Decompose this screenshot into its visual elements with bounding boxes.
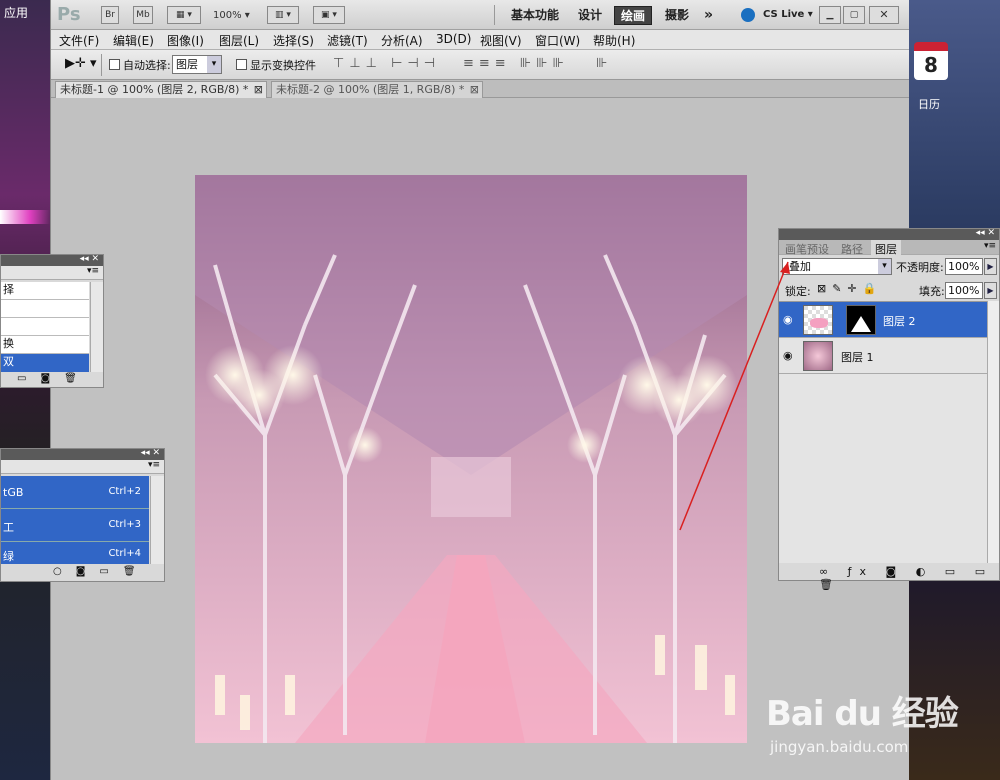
title-bar: Ps Br Mb ▦ ▾ 100% ▾ ▥ ▾ ▣ ▾ 基本功能 设计 绘画 摄… (51, 0, 909, 30)
view-extras-button[interactable]: ▦ ▾ (167, 6, 201, 24)
auto-select-dropdown[interactable]: 图层 ▾ (172, 55, 222, 74)
document-tabs: 未标题-1 @ 100% (图层 2, RGB/8) * ⊠ 未标题-2 @ 10… (51, 80, 909, 98)
menu-file[interactable]: 文件(F) (59, 32, 99, 49)
layer-row-1[interactable]: ◉ 图层 1 (779, 338, 987, 374)
baidu-watermark-url: jingyan.baidu.com (770, 738, 909, 756)
lock-icons[interactable]: ⊠✎✛🔒 (817, 282, 882, 295)
divider (494, 5, 495, 25)
bridge-button[interactable]: Br (101, 6, 119, 24)
fill-label: 填充: (919, 285, 945, 298)
desktop-light-streak (0, 210, 50, 224)
fill-slider-button[interactable]: ▶ (984, 282, 997, 299)
panel-header: ◂◂ ✕ (1, 254, 103, 266)
layers-list: ◉ 图层 2 ◉ 图层 1 (779, 301, 987, 563)
panel-header: ◂◂ ✕ (779, 228, 999, 240)
layer-name[interactable]: 图层 2 (883, 313, 916, 329)
tab-layers[interactable]: 图层 (871, 240, 901, 256)
layers-footer-icons[interactable]: ∞ ƒx ◙ ◐ ▭ ▭ 🗑 (819, 565, 999, 591)
tab-document-2[interactable]: 未标题-2 @ 100% (图层 1, RGB/8) * ⊠ (271, 81, 483, 98)
auto-select-checkbox[interactable] (109, 59, 120, 70)
panel-footer-icons[interactable]: ○◙▭🗑 (53, 566, 150, 577)
menu-layer[interactable]: 图层(L) (219, 32, 259, 49)
list-item[interactable] (1, 318, 89, 336)
baidu-watermark-logo: Bai du 经验 (766, 694, 959, 734)
calendar-label: 日历 (918, 98, 940, 111)
arrange-documents-button[interactable]: ▥ ▾ (267, 6, 299, 24)
menu-analysis[interactable]: 分析(A) (381, 32, 423, 49)
divider (101, 54, 102, 76)
tab-document-1[interactable]: 未标题-1 @ 100% (图层 2, RGB/8) * ⊠ (55, 81, 267, 98)
list-item[interactable]: 择 (1, 282, 89, 300)
auto-select-label: 自动选择: (123, 59, 171, 72)
screen-mode-button[interactable]: ▣ ▾ (313, 6, 345, 24)
mini-bridge-button[interactable]: Mb (133, 6, 153, 24)
more-workspaces-button[interactable]: » (698, 6, 719, 25)
menu-filter[interactable]: 滤镜(T) (327, 32, 368, 49)
channels-panel: ◂◂ ✕ ▾≡ tGB Ctrl+2 工 Ctrl+3 绿 Ctrl+4 ○◙▭🗑 (0, 448, 165, 582)
opacity-slider-button[interactable]: ▶ (984, 258, 997, 275)
minimize-button[interactable]: ▁ (819, 6, 841, 24)
distribute-icons[interactable]: ≡≡≡ ⊪⊪⊪ (463, 56, 569, 71)
channel-row[interactable]: tGB Ctrl+2 (1, 476, 149, 509)
menu-3d[interactable]: 3D(D) (436, 32, 471, 46)
panel-header: ◂◂ ✕ (1, 448, 164, 460)
layers-panel: ◂◂ ✕ 画笔预设 路径 图层 ▾≡ 叠加 ▾ 不透明度: 100% ▶ 锁定: … (778, 228, 1000, 591)
calendar-day: 8 (924, 53, 938, 77)
history-panel: ◂◂ ✕ ▾≡ 择 换 双 ▭◙🗑 (0, 254, 104, 388)
cslive-button[interactable]: CS Live ▾ (763, 9, 813, 20)
layers-scrollbar[interactable] (987, 301, 999, 563)
workspace-design[interactable]: 设计 (572, 6, 608, 25)
desktop-app-label[interactable]: 应用 (4, 4, 28, 21)
show-transform-label: 显示变换控件 (250, 59, 316, 72)
cslive-icon (741, 8, 755, 22)
scrollbar[interactable] (150, 476, 164, 564)
layer-thumbnail (803, 305, 833, 335)
show-transform-checkbox[interactable] (236, 59, 247, 70)
menu-window[interactable]: 窗口(W) (535, 32, 580, 49)
menu-help[interactable]: 帮助(H) (593, 32, 635, 49)
list-item-selected[interactable]: 双 (1, 354, 89, 372)
menu-view[interactable]: 视图(V) (480, 32, 522, 49)
close-tab-icon: ⊠ (253, 83, 263, 96)
ps-logo: Ps (57, 4, 81, 25)
workspace-photography[interactable]: 摄影 (659, 6, 695, 25)
list-item[interactable] (1, 300, 89, 318)
menu-bar: 文件(F) 编辑(E) 图像(I) 图层(L) 选择(S) 滤镜(T) 分析(A… (51, 30, 909, 50)
menu-edit[interactable]: 编辑(E) (113, 32, 154, 49)
close-button[interactable]: ✕ (869, 6, 899, 24)
panel-tab-strip: ▾≡ (1, 266, 103, 280)
panel-tab-strip: 画笔预设 路径 图层 ▾≡ (779, 240, 999, 257)
layer-thumbnail (803, 341, 833, 371)
menu-select[interactable]: 选择(S) (273, 32, 314, 49)
list-item[interactable]: 换 (1, 336, 89, 354)
zoom-level[interactable]: 100% ▾ (213, 10, 250, 21)
workspace-essentials[interactable]: 基本功能 (505, 6, 565, 25)
panel-menu-icon[interactable]: ▾≡ (984, 241, 996, 251)
desktop-left-strip: 应用 (0, 0, 50, 780)
opacity-input[interactable]: 100% (945, 258, 983, 275)
menu-image[interactable]: 图像(I) (167, 32, 204, 49)
layer-mask-thumbnail[interactable] (846, 305, 876, 335)
maximize-button[interactable]: ▢ (843, 6, 865, 24)
calendar-icon[interactable]: 8 (914, 42, 948, 80)
annotation-arrow (679, 261, 790, 531)
layer-row-2[interactable]: ◉ 图层 2 (779, 302, 987, 338)
close-tab-icon: ⊠ (469, 83, 479, 96)
channel-row[interactable]: 工 Ctrl+3 (1, 509, 149, 542)
channel-row[interactable]: 绿 Ctrl+4 (1, 542, 149, 564)
panel-footer-icons[interactable]: ▭◙🗑 (17, 373, 91, 384)
panel-tab-strip: ▾≡ (1, 460, 164, 474)
options-bar: ▶✛ ▾ 自动选择: 图层 ▾ 显示变换控件 ⊤⊥⊥ ⊢⊣⊣ ≡≡≡ ⊪⊪⊪ ⊪ (51, 50, 909, 80)
layer-name[interactable]: 图层 1 (841, 349, 874, 365)
auto-align-icon[interactable]: ⊪ (596, 56, 607, 71)
workspace-painting[interactable]: 绘画 (614, 6, 653, 25)
tab-paths[interactable]: 路径 (841, 241, 863, 257)
scrollbar[interactable] (90, 282, 103, 372)
move-tool-icon[interactable]: ▶✛ ▾ (65, 56, 97, 71)
align-icons[interactable]: ⊤⊥⊥ ⊢⊣⊣ (333, 56, 440, 71)
fill-input[interactable]: 100% (945, 282, 983, 299)
opacity-label: 不透明度: (896, 261, 944, 274)
